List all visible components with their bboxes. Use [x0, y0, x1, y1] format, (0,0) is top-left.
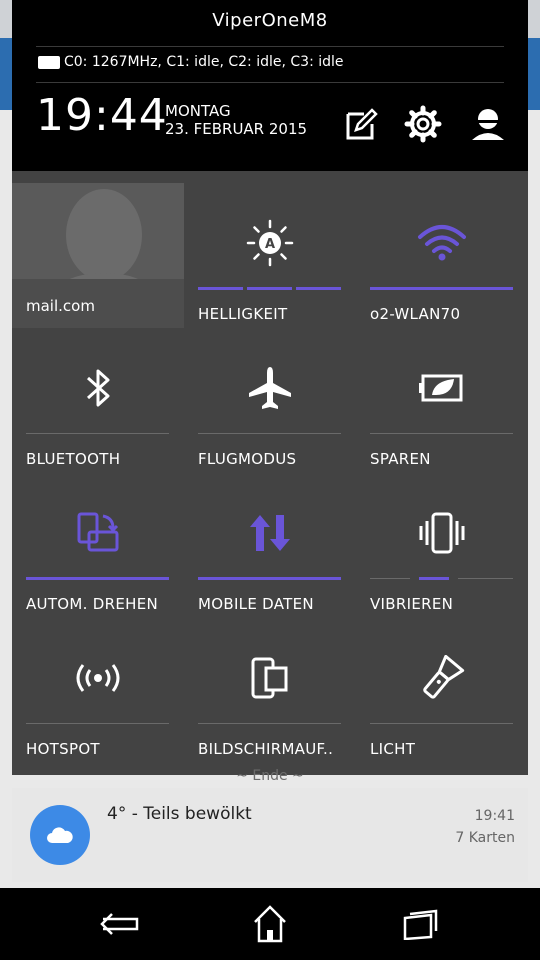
end-marker: ~ Ende ~ [236, 768, 304, 784]
tile-label: FLUGMODUS [198, 450, 297, 468]
settings-button[interactable] [403, 104, 443, 144]
cpu-info: C0: 1267MHz, C1: idle, C2: idle, C3: idl… [64, 54, 344, 70]
back-icon [100, 913, 139, 935]
date: 23. FEBRUAR 2015 [165, 120, 308, 138]
tile-icon-wrap: A [184, 213, 356, 273]
user-icon [472, 109, 504, 140]
edit-icon [346, 108, 378, 140]
edit-tiles-button[interactable] [340, 104, 380, 144]
tile-airplane-mode[interactable]: FLUGMODUS [184, 328, 356, 473]
tile-state-bar [370, 433, 513, 434]
tile-mobile-data[interactable]: MOBILE DATEN [184, 473, 356, 618]
tile-icon-wrap [184, 503, 356, 563]
tile-label: AUTOM. DREHEN [26, 595, 159, 613]
bluetooth-icon [86, 369, 110, 407]
tile-label: HELLIGKEIT [198, 305, 288, 323]
weather-notification[interactable]: 4° - Teils bewölkt 19:41 7 Karten [12, 788, 528, 882]
cloud-icon [47, 827, 73, 843]
tile-label: BILDSCHIRMAUF.. [198, 740, 334, 758]
tile-label: LICHT [370, 740, 416, 758]
gear-icon [404, 105, 442, 143]
vibrate-segment-1 [370, 578, 410, 579]
tile-brightness[interactable]: A HELLIGKEIT [184, 183, 356, 328]
tile-label: VIBRIEREN [370, 595, 454, 613]
quick-settings-panel: mail.com A HELLIGKEIT o2-WLAN70 BLUETOOT… [12, 171, 528, 775]
divider [36, 82, 504, 83]
back-button[interactable] [95, 902, 145, 946]
tile-screen-record[interactable]: BILDSCHIRMAUF.. [184, 618, 356, 763]
tile-vibrate[interactable]: VIBRIEREN [356, 473, 528, 618]
tile-auto-rotate[interactable]: AUTOM. DREHEN [12, 473, 184, 618]
tile-icon-wrap [356, 358, 528, 418]
tile-state-bar [26, 723, 169, 724]
tile-icon-wrap [356, 648, 528, 708]
tile-icon-wrap [12, 503, 184, 563]
tile-label: SPAREN [370, 450, 431, 468]
notification-title: 4° - Teils bewölkt [107, 804, 252, 824]
tile-icon-wrap [12, 358, 184, 418]
navigation-bar [0, 888, 540, 960]
recent-apps-icon [403, 909, 438, 940]
notification-shade: ViperOneM8 C0: 1267MHz, C1: idle, C2: id… [0, 0, 540, 888]
brightness-segment-3 [296, 287, 341, 290]
date-block[interactable]: MONTAG 23. FEBRUAR 2015 [165, 102, 307, 138]
notification-time: 19:41 [474, 808, 515, 824]
tile-state-bar [370, 723, 513, 724]
home-button[interactable] [245, 902, 295, 946]
vibrate-segment-3 [458, 578, 513, 579]
data-arrows-icon [250, 515, 290, 551]
tile-label: MOBILE DATEN [198, 595, 314, 613]
battery-leaf-icon [419, 374, 463, 402]
tile-state-bar [26, 577, 169, 580]
notification-subtext: 7 Karten [455, 830, 515, 846]
tile-state-bar [198, 433, 341, 434]
hotspot-icon [76, 664, 120, 692]
divider [36, 46, 504, 47]
recent-apps-button[interactable] [395, 902, 445, 946]
tile-icon-wrap [356, 503, 528, 563]
tile-label: HOTSPOT [26, 740, 100, 758]
cpu-chip-icon [38, 55, 60, 69]
tile-hotspot[interactable]: HOTSPOT [12, 618, 184, 763]
notification-icon [30, 805, 90, 865]
tile-bluetooth[interactable]: BLUETOOTH [12, 328, 184, 473]
tile-state-bar [26, 433, 169, 434]
tile-state-bar [198, 723, 341, 724]
wifi-icon [418, 225, 466, 261]
brightness-segment-1 [198, 287, 243, 290]
airplane-icon [249, 367, 291, 409]
tile-icon-wrap [184, 648, 356, 708]
cpu-info-row: C0: 1267MHz, C1: idle, C2: idle, C3: idl… [38, 54, 344, 70]
tile-label: o2-WLAN70 [370, 305, 461, 323]
flashlight-icon [423, 655, 465, 699]
home-icon [254, 905, 286, 943]
tile-flashlight[interactable]: LICHT [356, 618, 528, 763]
device-name: ViperOneM8 [212, 10, 328, 31]
tile-battery-saver[interactable]: SPAREN [356, 328, 528, 473]
svg-text:A: A [265, 237, 275, 252]
user-profile-button[interactable] [468, 104, 508, 144]
user-tile[interactable]: mail.com [12, 183, 184, 328]
vibrate-icon [419, 512, 465, 554]
tile-icon-wrap [184, 358, 356, 418]
vibrate-segment-2 [419, 577, 449, 580]
tile-wifi[interactable]: o2-WLAN70 [356, 183, 528, 328]
weekday: MONTAG [165, 102, 231, 120]
tile-state-bar [198, 577, 341, 580]
tile-state-bar [370, 287, 513, 290]
brightness-segment-2 [247, 287, 292, 290]
user-tile-label: mail.com [26, 297, 95, 315]
brightness-auto-icon: A [246, 219, 294, 267]
clock[interactable]: 19:44 [36, 92, 168, 140]
screen-record-icon [251, 657, 288, 699]
rotate-icon [77, 512, 119, 552]
tile-label: BLUETOOTH [26, 450, 121, 468]
tile-icon-wrap [12, 648, 184, 708]
tile-icon-wrap [356, 213, 528, 273]
